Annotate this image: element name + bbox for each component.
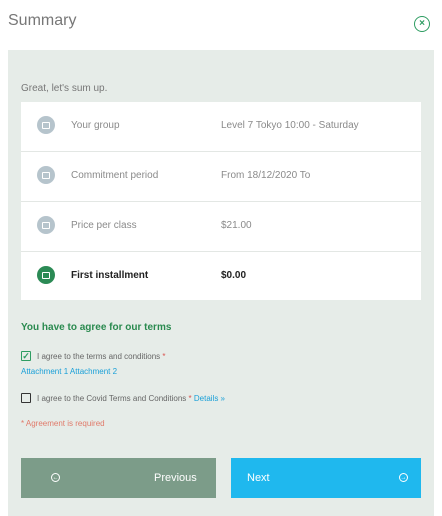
terms-title: You have to agree for our terms	[21, 322, 172, 333]
row-label: Your group	[71, 120, 120, 131]
summary-table: Your group Level 7 Tokyo 10:00 - Saturda…	[21, 102, 421, 300]
details-link[interactable]: Details »	[194, 394, 225, 403]
terms-label-text: I agree to the terms and conditions	[37, 352, 161, 361]
dialog-title: Summary	[8, 12, 77, 29]
row-value: $21.00	[221, 220, 252, 231]
arrow-right-icon: →	[399, 473, 408, 482]
required-mark: *	[162, 352, 166, 361]
covid-terms-label: I agree to the Covid Terms and Condition…	[37, 394, 225, 403]
previous-label: Previous	[154, 472, 197, 484]
summary-row-group: Your group Level 7 Tokyo 10:00 - Saturda…	[21, 102, 421, 152]
attachment-links[interactable]: Attachment 1 Attachment 2	[21, 367, 117, 376]
arrow-left-icon: ←	[51, 473, 60, 482]
summary-row-commitment: Commitment period From 18/12/2020 To	[21, 152, 421, 202]
summary-row-price: Price per class $21.00	[21, 202, 421, 252]
calendar-icon	[37, 166, 55, 184]
close-icon[interactable]: ×	[414, 16, 430, 32]
row-label: Price per class	[71, 220, 137, 231]
summary-row-installment: First installment $0.00	[21, 252, 421, 300]
intro-text: Great, let's sum up.	[21, 83, 108, 94]
previous-button[interactable]: ← Previous	[21, 458, 216, 498]
group-icon	[37, 116, 55, 134]
agreement-error: * Agreement is required	[21, 419, 105, 428]
row-label: First installment	[71, 270, 149, 281]
covid-terms-label-text: I agree to the Covid Terms and Condition…	[37, 394, 187, 403]
summary-dialog: Summary × Great, let's sum up. Your grou…	[0, 0, 442, 516]
required-mark: *	[188, 394, 192, 403]
installment-icon	[37, 266, 55, 284]
row-value: From 18/12/2020 To	[221, 170, 311, 181]
row-value: $0.00	[221, 270, 247, 281]
terms-checkbox[interactable]: ✓	[21, 351, 31, 361]
dialog-header: Summary ×	[0, 0, 442, 50]
row-value: Level 7 Tokyo 10:00 - Saturday	[221, 120, 359, 131]
next-label: Next	[247, 472, 270, 484]
terms-label: I agree to the terms and conditions *	[37, 352, 166, 361]
dialog-content: Great, let's sum up. Your group Level 7 …	[8, 50, 434, 516]
covid-terms-checkbox[interactable]	[21, 393, 31, 403]
next-button[interactable]: Next →	[231, 458, 421, 498]
price-icon	[37, 216, 55, 234]
row-label: Commitment period	[71, 170, 159, 181]
